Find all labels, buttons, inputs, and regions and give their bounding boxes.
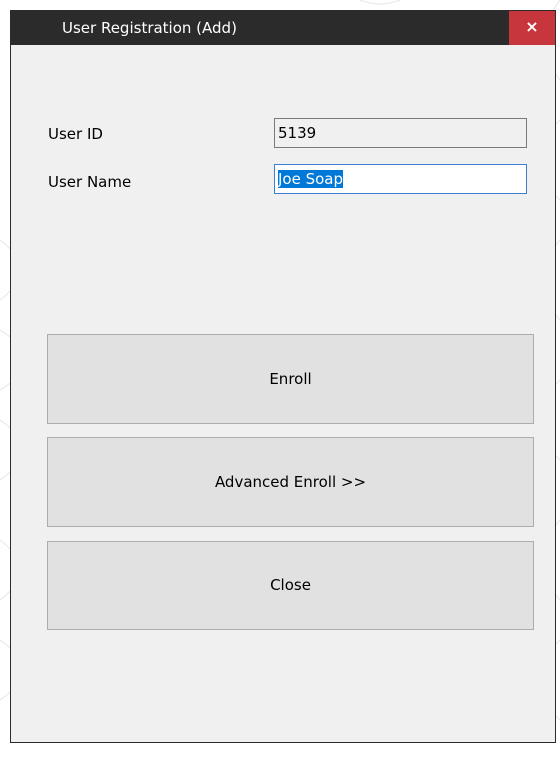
registration-dialog: User Registration (Add) × User ID 5139 U… xyxy=(10,10,556,743)
window-close-button[interactable]: × xyxy=(509,11,555,45)
title-bar[interactable]: User Registration (Add) × xyxy=(11,11,555,45)
enroll-button-label: Enroll xyxy=(269,370,312,388)
advanced-enroll-button[interactable]: Advanced Enroll >> xyxy=(47,437,534,527)
user-name-field[interactable]: Joe Soap xyxy=(274,164,527,194)
close-icon: × xyxy=(525,17,539,36)
user-id-field[interactable]: 5139 xyxy=(274,118,527,148)
user-name-label: User Name xyxy=(48,173,132,191)
advanced-enroll-button-label: Advanced Enroll >> xyxy=(214,473,367,491)
window-title: User Registration (Add) xyxy=(62,19,237,37)
close-button[interactable]: Close xyxy=(47,541,534,630)
close-button-label: Close xyxy=(270,576,311,594)
user-id-label: User ID xyxy=(48,125,103,143)
enroll-button[interactable]: Enroll xyxy=(47,334,534,424)
user-id-value: 5139 xyxy=(278,124,317,142)
user-name-value: Joe Soap xyxy=(278,170,344,188)
